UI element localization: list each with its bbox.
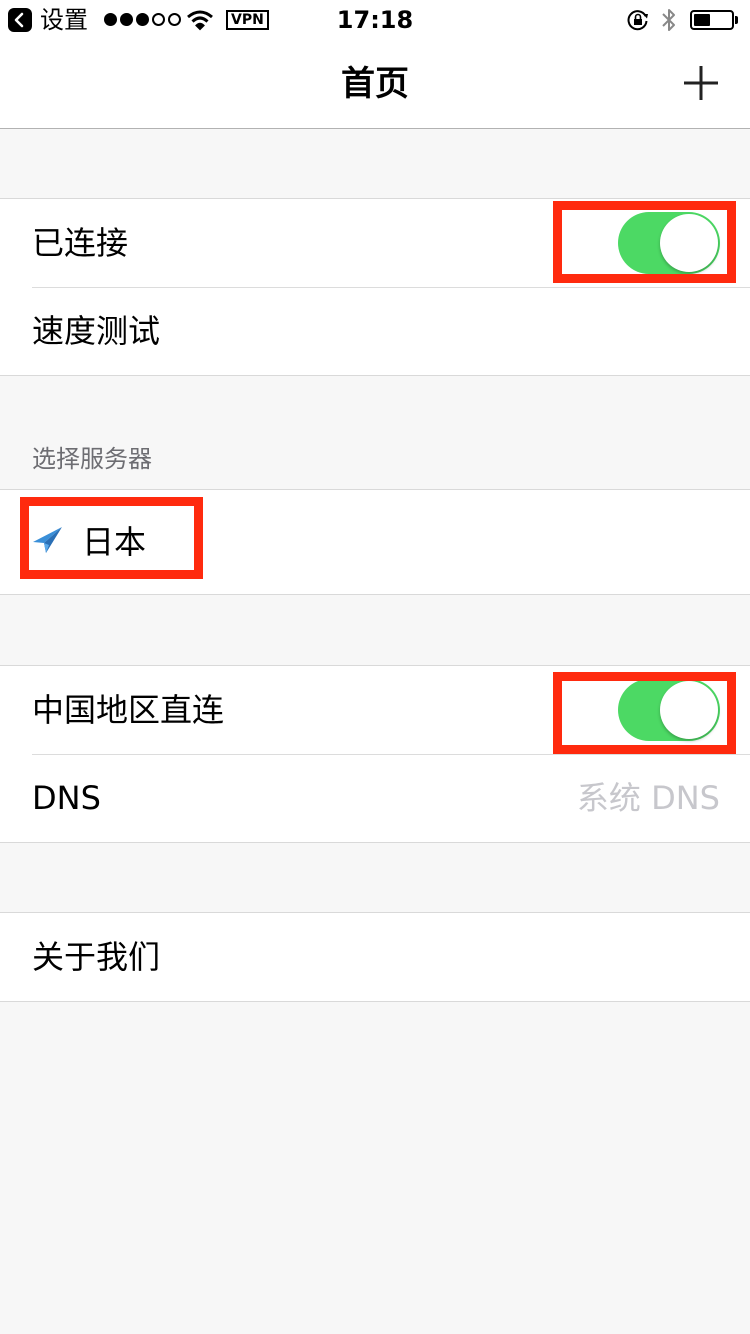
dns-row[interactable]: DNS 系统 DNS [0,754,750,842]
paper-plane-icon [33,527,62,553]
connection-section: 已连接 速度测试 [0,198,750,376]
page-title: 首页 [341,64,409,104]
navigation-bar: 首页 [0,40,750,129]
plus-icon[interactable] [682,64,720,102]
rotation-lock-icon [627,10,648,31]
speed-test-label: 速度测试 [32,312,161,350]
china-direct-row: 中国地区直连 [0,666,750,754]
dns-value: 系统 DNS [576,779,720,817]
china-direct-toggle[interactable] [618,679,720,741]
server-row[interactable]: 日本 [0,490,750,594]
battery-level-fill [694,14,710,26]
battery-icon [690,10,734,30]
about-section: 关于我们 [0,912,750,1002]
china-direct-label: 中国地区直连 [32,691,225,729]
selected-server-label: 日本 [82,523,147,561]
dns-label: DNS [32,779,101,817]
routing-section: 中国地区直连 DNS 系统 DNS [0,665,750,843]
connected-toggle[interactable] [618,212,720,274]
about-row[interactable]: 关于我们 [0,913,750,1001]
status-bar: 设置 VPN 17:18 [0,0,750,40]
connected-label: 已连接 [32,224,129,262]
toggle-knob [660,681,718,739]
about-label: 关于我们 [32,938,161,976]
connected-row: 已连接 [0,199,750,287]
toggle-knob [660,214,718,272]
battery-tip [735,16,738,24]
bluetooth-icon [662,9,675,31]
server-section-header: 选择服务器 [32,445,152,473]
speed-test-row[interactable]: 速度测试 [0,287,750,375]
server-section: 日本 [0,489,750,595]
